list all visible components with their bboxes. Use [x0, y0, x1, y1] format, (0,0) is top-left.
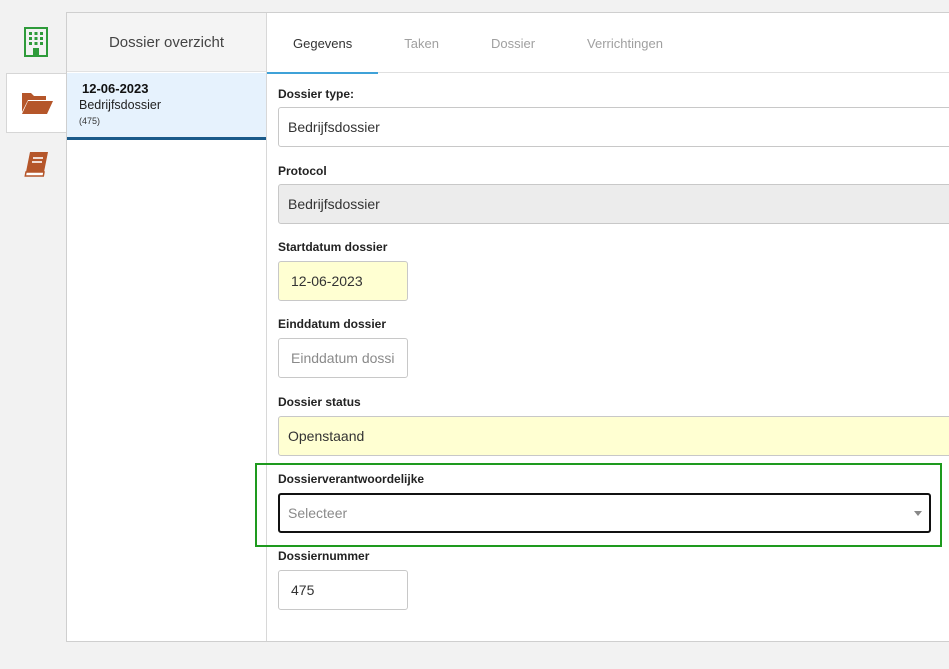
building-icon: [24, 27, 48, 57]
dossiernummer-field: Dossiernummer 475: [278, 549, 408, 610]
verantwoordelijke-field: Dossierverantwoordelijke Selecteer: [278, 472, 931, 533]
dossier-list: Dossier overzicht 12-06-2023 Bedrijfsdos…: [67, 13, 267, 641]
einddatum-field: Einddatum dossier Einddatum dossi: [278, 317, 408, 378]
startdatum-field: Startdatum dossier 12-06-2023: [278, 240, 408, 301]
dossier-type-input[interactable]: Bedrijfsdossier: [278, 107, 949, 147]
dossier-id: (475): [79, 116, 101, 126]
status-field: Dossier status Openstaand: [278, 395, 949, 456]
tab-taken[interactable]: Taken: [378, 13, 465, 73]
verantwoordelijke-label: Dossierverantwoordelijke: [278, 472, 425, 486]
einddatum-input[interactable]: Einddatum dossi: [278, 338, 408, 378]
dossier-date: 12-06-2023: [82, 81, 149, 96]
status-label: Dossier status: [278, 395, 361, 409]
startdatum-label: Startdatum dossier: [278, 240, 388, 254]
tab-dossier[interactable]: Dossier: [465, 13, 561, 73]
verantwoordelijke-select[interactable]: Selecteer: [278, 493, 931, 533]
protocol-label: Protocol: [278, 164, 327, 178]
select-placeholder: Selecteer: [288, 505, 348, 521]
rail-item-manual[interactable]: [6, 134, 66, 194]
dossiernummer-label: Dossiernummer: [278, 549, 370, 563]
dossier-list-header: Dossier overzicht: [67, 13, 266, 72]
tab-gegevens[interactable]: Gegevens: [267, 13, 379, 74]
tab-verrichtingen[interactable]: Verrichtingen: [561, 13, 689, 73]
rail-item-company[interactable]: [6, 12, 66, 72]
book-icon: [22, 150, 50, 178]
rail-item-dossiers[interactable]: [6, 73, 66, 133]
status-input[interactable]: Openstaand: [278, 416, 949, 456]
caret-down-icon: [914, 511, 922, 516]
open-folder-icon: [20, 90, 54, 116]
dossier-list-item[interactable]: 12-06-2023 Bedrijfsdossier (475): [67, 73, 266, 140]
dossier-type-field: Dossier type: Bedrijfsdossier: [278, 87, 949, 147]
protocol-field: Protocol Bedrijfsdossier: [278, 164, 949, 224]
startdatum-input[interactable]: 12-06-2023: [278, 261, 408, 301]
protocol-input: Bedrijfsdossier: [278, 184, 949, 224]
tab-bar: Gegevens Taken Dossier Verrichtingen: [267, 13, 949, 74]
main-panel: Dossier overzicht 12-06-2023 Bedrijfsdos…: [66, 12, 949, 642]
dossiernummer-input[interactable]: 475: [278, 570, 408, 610]
dossier-type-label: Dossier type:: [278, 87, 355, 101]
icon-rail: [0, 0, 66, 669]
dossier-type: Bedrijfsdossier: [79, 98, 161, 112]
einddatum-label: Einddatum dossier: [278, 317, 387, 331]
